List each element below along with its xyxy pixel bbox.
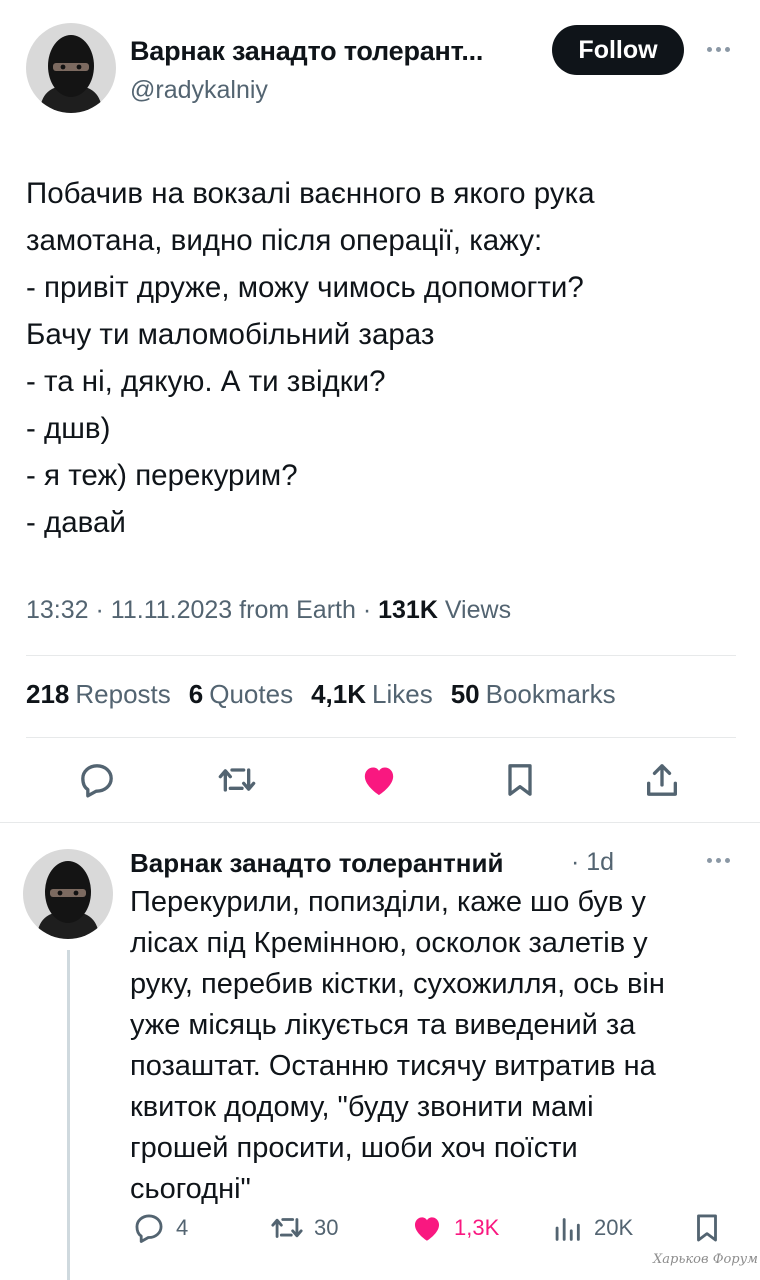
engagement-stats: 218 Reposts 6 Quotes 4,1K Likes 50 Bookmarks	[26, 679, 616, 710]
author-avatar[interactable]	[26, 23, 116, 113]
reply-reply-button[interactable]: 4	[132, 1211, 188, 1245]
reply-like-button[interactable]: 1,3K	[410, 1211, 499, 1245]
divider	[0, 822, 760, 823]
reply-repost-button[interactable]: 30	[270, 1211, 338, 1245]
tweet-line: - та ні, дякую. А ти звідки?	[26, 365, 386, 398]
thread-line	[67, 950, 70, 1280]
tweet-line: - давай	[26, 506, 126, 539]
share-icon	[647, 764, 677, 796]
reply-line: уже місяць лікується та виведений за	[130, 1009, 636, 1041]
reply-line: лісах під Кремінною, осколок залетів у	[130, 927, 648, 959]
tweet-time[interactable]: 13:32	[26, 596, 89, 624]
like-icon	[414, 1217, 440, 1241]
repost-icon	[271, 1218, 303, 1238]
tweet-meta: 13:32 · 11.11.2023 from Earth · 131K Vie…	[26, 596, 512, 624]
reply-time[interactable]: · 1d	[571, 848, 614, 877]
divider	[26, 737, 736, 738]
follow-button[interactable]: Follow	[552, 25, 684, 75]
balaclava-avatar-icon	[23, 849, 113, 939]
tweet-line: замотана, видно після операції, кажу:	[26, 224, 543, 257]
reply-likes-count: 1,3K	[454, 1215, 500, 1240]
tweet-line: - я теж) перекурим?	[26, 459, 298, 492]
reply-icon	[81, 764, 113, 798]
bookmark-icon	[697, 1214, 717, 1242]
views-label: Views	[444, 596, 512, 624]
tweet-line: Побачив на вокзалі ваєнного в якого рука	[26, 177, 595, 210]
views-icon	[555, 1218, 580, 1241]
tweet-date[interactable]: 11.11.2023	[111, 596, 232, 624]
watermark: Харьков Форум	[653, 1252, 758, 1267]
likes-stat[interactable]: 4,1K Likes	[311, 679, 433, 710]
reply-replies-count: 4	[176, 1215, 189, 1240]
like-icon	[364, 767, 394, 795]
tweet-line: - привіт друже, можу чимось допомогти?	[26, 271, 584, 304]
views-count: 131K	[378, 596, 438, 624]
author-handle[interactable]: @radykalniy	[130, 76, 268, 105]
reply-line: квиток додому, "буду звонити мамі	[130, 1091, 594, 1123]
reply-more-options-icon[interactable]	[707, 858, 730, 863]
reply-author-name[interactable]: Варнак занадто толерантний	[130, 848, 503, 879]
reply-line: позаштат. Останню тисячу витратив на	[130, 1050, 656, 1082]
tweet-text: Побачив на вокзалі ваєнного в якого рука…	[26, 170, 746, 546]
reply-button[interactable]	[75, 758, 119, 802]
author-name[interactable]: Варнак занадто толерант...	[130, 36, 483, 67]
reply-icon	[135, 1214, 163, 1243]
share-button[interactable]	[640, 758, 684, 802]
tweet-line: Бачу ти маломобільний зараз	[26, 318, 435, 351]
more-options-icon[interactable]	[707, 47, 730, 52]
repost-button[interactable]	[215, 758, 259, 802]
reply-bookmark-button[interactable]	[690, 1211, 724, 1245]
reply-line: сьогодні"	[130, 1173, 251, 1205]
reply-author-avatar[interactable]	[23, 849, 113, 939]
tweet-line: - дшв)	[26, 412, 111, 445]
reply-reposts-count: 30	[314, 1215, 339, 1240]
reply-line: руку, перебив кістки, сухожилля, ось він	[130, 968, 665, 1000]
reply-line: грошей просити, шоби хоч поїсти	[130, 1132, 578, 1164]
reply-views-count: 20K	[594, 1215, 634, 1240]
divider	[26, 655, 736, 656]
like-button[interactable]	[357, 758, 401, 802]
reply-line: Перекурили, попизділи, каже шо був у	[130, 886, 646, 918]
bookmarks-stat[interactable]: 50 Bookmarks	[451, 679, 616, 710]
balaclava-avatar-icon	[26, 23, 116, 113]
bookmark-icon	[508, 764, 532, 796]
quotes-stat[interactable]: 6 Quotes	[189, 679, 293, 710]
tweet-source: from Earth	[239, 596, 356, 624]
reply-views-button[interactable]: 20K	[550, 1211, 633, 1245]
reposts-stat[interactable]: 218 Reposts	[26, 679, 171, 710]
repost-icon	[218, 768, 256, 792]
bookmark-button[interactable]	[498, 758, 542, 802]
reply-text: Перекурили, попизділи, каже шо був у ліс…	[130, 882, 740, 1210]
